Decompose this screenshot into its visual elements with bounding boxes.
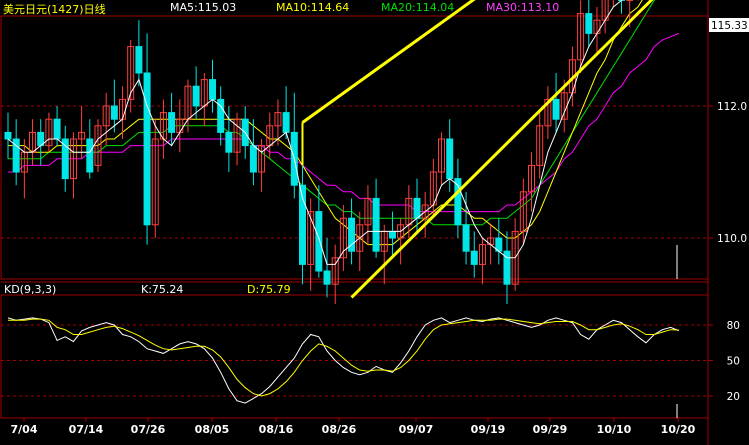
candle-body: [446, 138, 454, 180]
candle-body: [53, 118, 61, 140]
candle-body: [552, 98, 560, 120]
ma20-label: MA20:114.04: [381, 1, 455, 14]
x-tick-label: 7/04: [11, 423, 38, 436]
chart-window: 110.0112.0114.0205080 7/0407/1407/2608/0…: [0, 0, 749, 445]
ma30-label: MA30:113.10: [486, 1, 560, 14]
candle-body: [323, 270, 331, 285]
candle-body: [372, 197, 380, 252]
ma5-label: MA5:115.03: [170, 1, 237, 14]
chart-title: 美元日元(1427)日线: [3, 3, 106, 16]
y-tick-label: 112.0: [717, 101, 747, 113]
x-tick-label: 08/05: [195, 423, 230, 436]
y-tick-label: 110.0: [717, 233, 747, 245]
candle-body: [110, 105, 118, 120]
x-tick-label: 07/26: [131, 423, 166, 436]
kd-y-tick-label: 80: [727, 320, 740, 332]
kd-pane-frame: [0, 294, 709, 419]
ma20-line: [8, 0, 656, 226]
chart-canvas: 110.0112.0114.0205080 7/0407/1407/2608/0…: [0, 0, 749, 445]
price-tag-label: 115.33: [711, 20, 748, 32]
candle-body: [168, 112, 176, 133]
x-tick-label: 09/29: [533, 423, 568, 436]
x-tick-label: 10/10: [597, 423, 632, 436]
kd-y-tick-label: 50: [727, 356, 740, 368]
kd-title: KD(9,3,3): [4, 283, 57, 296]
candle-body: [388, 230, 396, 239]
x-tick-label: 07/14: [69, 423, 104, 436]
candle-body: [585, 13, 593, 34]
candle-body: [413, 197, 421, 219]
x-tick-label: 09/19: [471, 423, 506, 436]
candle-body: [86, 138, 94, 173]
candle-body: [135, 46, 143, 74]
candle-body: [225, 131, 233, 153]
price-tag: 115.33: [709, 18, 749, 32]
candle-body: [282, 112, 290, 133]
kd-k-value: K:75.24: [141, 283, 184, 296]
x-tick-label: 08/26: [322, 423, 357, 436]
kd-y-tick-label: 20: [727, 391, 740, 403]
candle-body: [315, 211, 323, 272]
y-axis-ticks: 110.0112.0114.0205080: [708, 101, 747, 403]
ma20-path: [8, 0, 656, 226]
candle-body: [4, 131, 12, 140]
trendline: [301, 0, 476, 124]
kd-d-value: D:75.79: [247, 283, 291, 296]
grid-lines: [1, 105, 708, 397]
ma10-label: MA10:114.64: [276, 1, 350, 14]
x-tick-label: 09/07: [399, 423, 434, 436]
x-tick-label: 10/20: [661, 423, 696, 436]
candle-body: [209, 79, 216, 100]
candle-body: [462, 224, 470, 252]
x-tick-label: 08/16: [259, 423, 294, 436]
candle-body: [249, 145, 257, 173]
candle-body: [192, 85, 200, 107]
x-axis-ticks: 7/04 07/14 07/26 08/05 08/16 08/26 09/07 09/19 0…: [11, 418, 696, 436]
candle-body: [470, 250, 478, 265]
candle-body: [143, 72, 151, 226]
